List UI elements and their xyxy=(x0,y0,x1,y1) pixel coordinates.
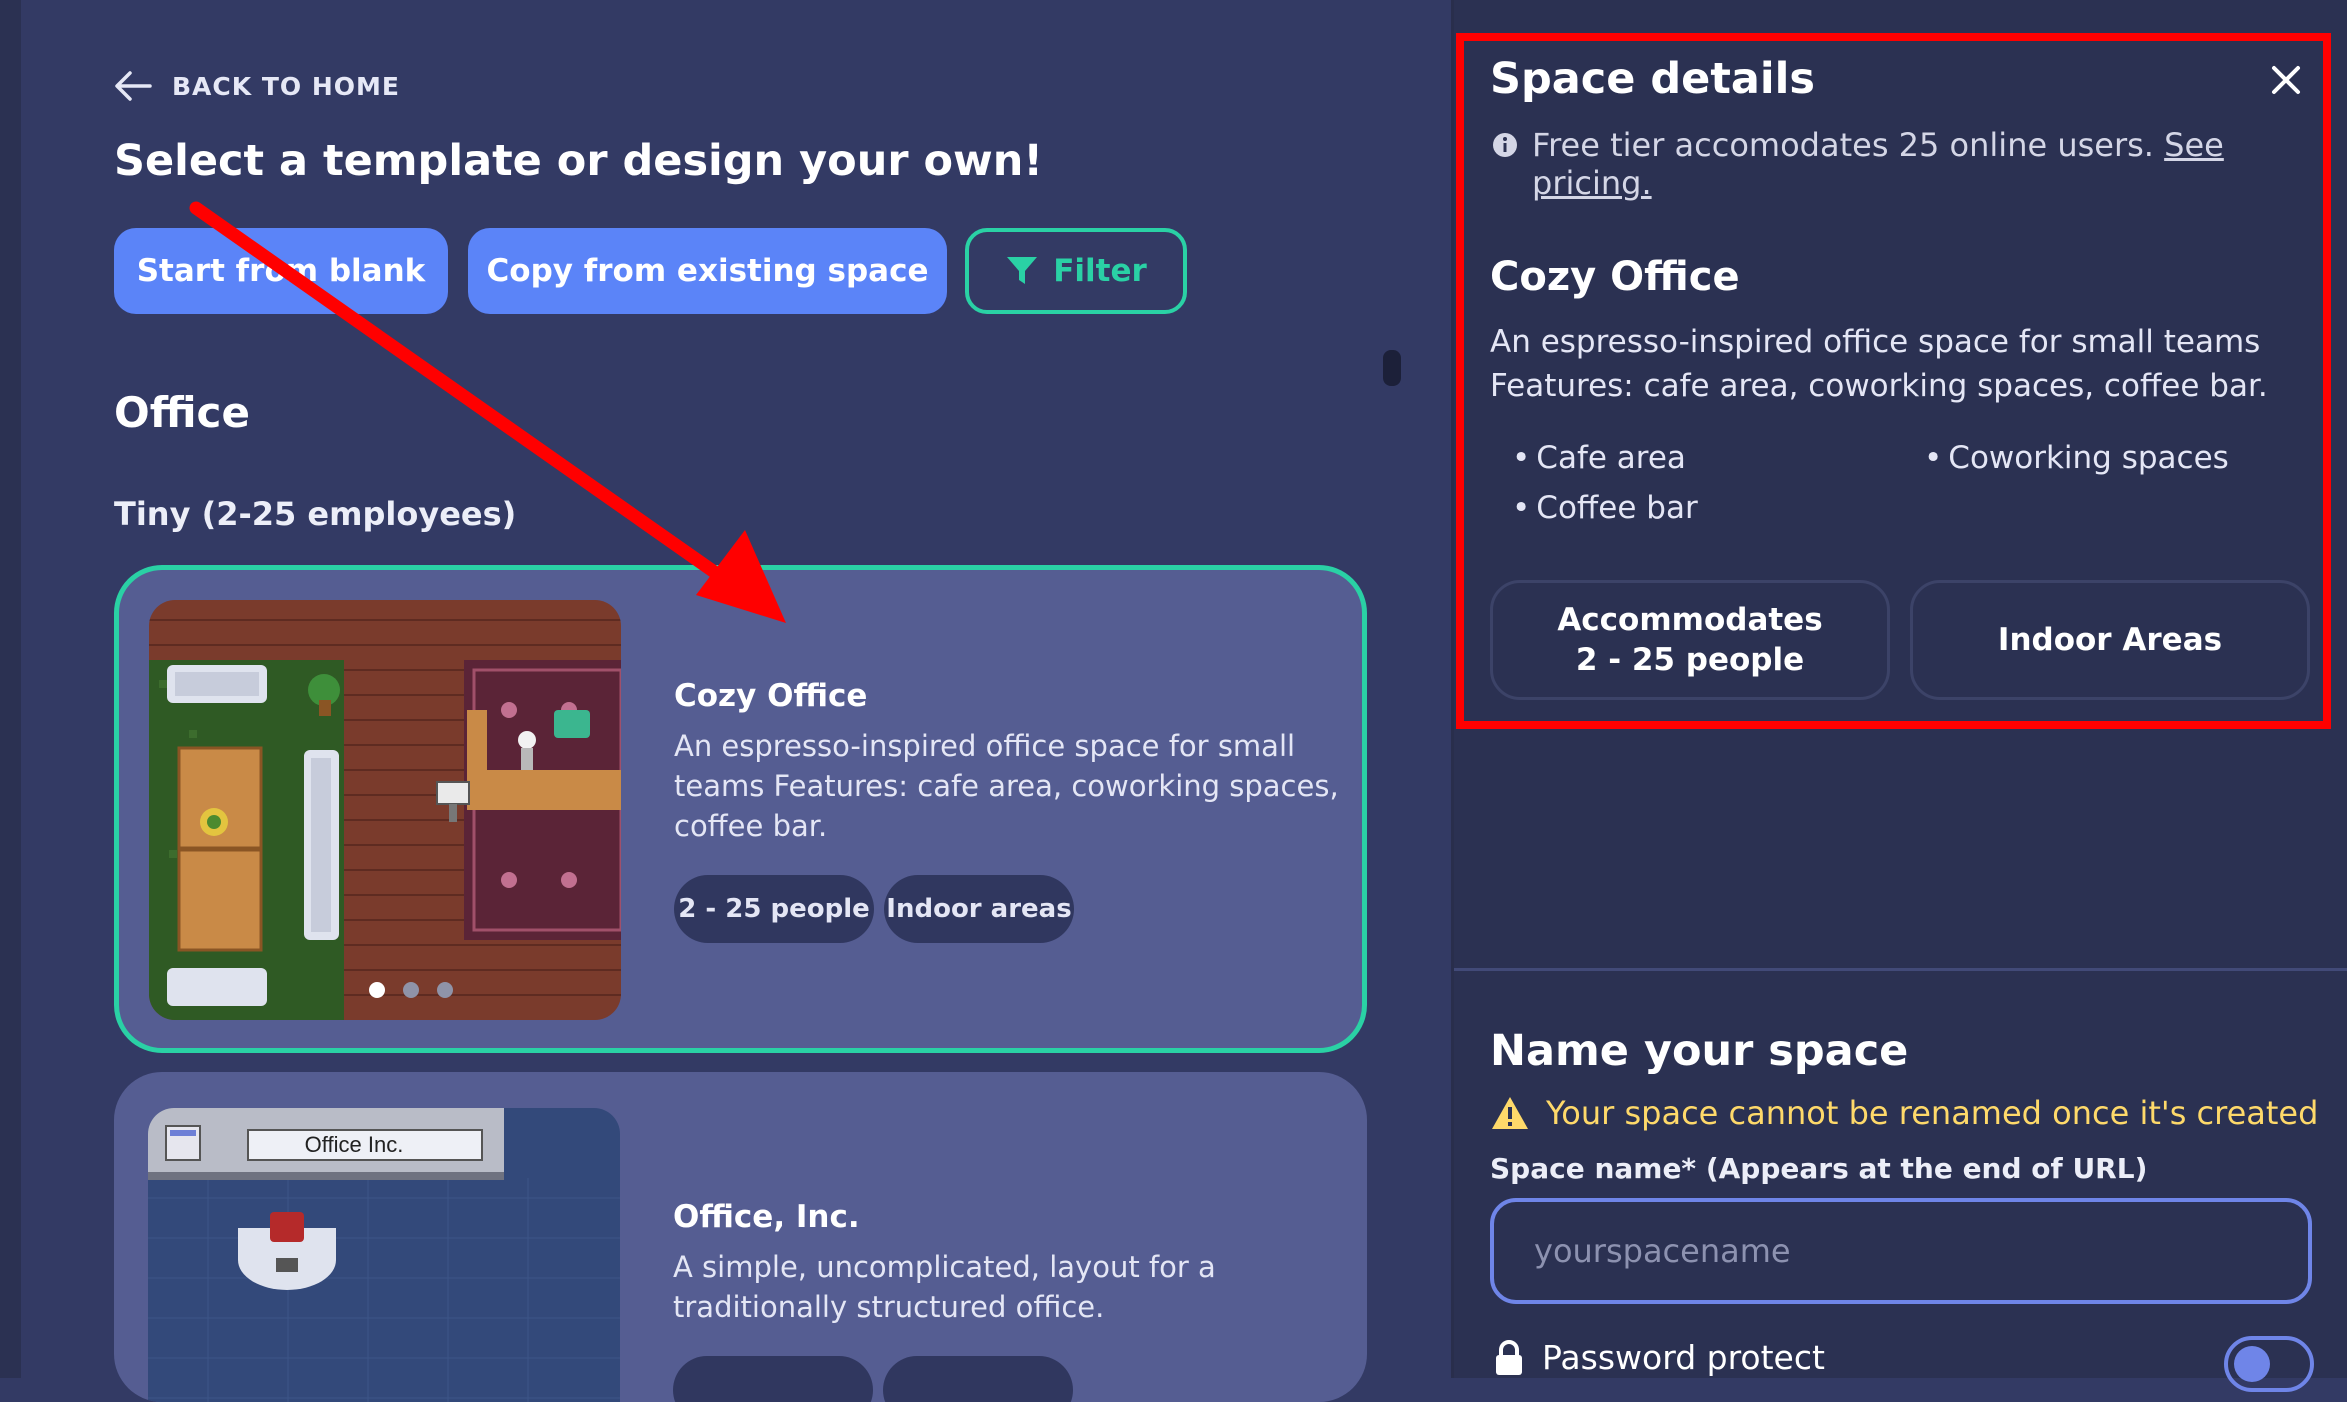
capacity-tag xyxy=(673,1356,873,1402)
filter-button[interactable]: Filter xyxy=(965,228,1187,314)
cozy-office-map-image xyxy=(149,600,621,1020)
space-name-input[interactable] xyxy=(1490,1198,2312,1304)
carousel-dots xyxy=(369,982,453,998)
capacity-label: Accommodates xyxy=(1557,602,1823,638)
selected-template-description: An espresso-inspired office space for sm… xyxy=(1490,320,2290,408)
free-tier-text: Free tier accomodates 25 online users. xyxy=(1532,126,2154,164)
area-tag: Indoor areas xyxy=(884,875,1074,943)
name-your-space-title: Name your space xyxy=(1490,1026,1909,1076)
capacity-value: 2 - 25 people xyxy=(1575,642,1805,678)
warning-triangle-icon xyxy=(1492,1097,1528,1129)
space-name-label: Space name* (Appears at the end of URL) xyxy=(1490,1152,2148,1185)
carousel-dot-active[interactable] xyxy=(369,982,385,998)
area-tag xyxy=(883,1356,1073,1402)
space-details-panel: Space details Free tier accomodates 25 o… xyxy=(1454,0,2347,1392)
funnel-icon xyxy=(1007,257,1038,284)
info-circle-icon xyxy=(1493,133,1517,157)
capacity-stat: Accommodates 2 - 25 people xyxy=(1490,580,1890,700)
template-card-cozy-office[interactable]: Cozy Office An espresso-inspired office … xyxy=(114,565,1367,1053)
scrollbar-thumb[interactable] xyxy=(1383,350,1401,386)
close-icon[interactable] xyxy=(2266,60,2306,100)
start-from-blank-button[interactable]: Start from blank xyxy=(114,228,448,314)
pricing-info: Free tier accomodates 25 online users. S… xyxy=(1492,126,2272,202)
warning-text: Your space cannot be renamed once it's c… xyxy=(1546,1094,2319,1132)
template-thumbnail[interactable] xyxy=(149,600,621,1020)
rename-warning: Your space cannot be renamed once it's c… xyxy=(1490,1094,2318,1132)
template-title: Cozy Office xyxy=(674,678,868,714)
password-protect-row: Password protect xyxy=(1494,1338,1825,1377)
arrow-left-icon xyxy=(115,71,152,101)
section-title: Office xyxy=(114,388,250,437)
toggle-knob xyxy=(2234,1346,2270,1382)
feature-item: Coworking spaces xyxy=(1924,440,2229,476)
section-divider xyxy=(1454,968,2347,971)
back-label: BACK TO HOME xyxy=(172,71,400,101)
page-title: Select a template or design your own! xyxy=(114,136,1043,186)
selected-template-name: Cozy Office xyxy=(1490,254,1740,300)
template-card-office-inc[interactable]: Office Inc. Office, Inc. A simple, uncom… xyxy=(114,1072,1367,1402)
filter-label: Filter xyxy=(1053,253,1147,289)
area-type-stat: Indoor Areas xyxy=(1910,580,2310,700)
template-picker: BACK TO HOME Select a template or design… xyxy=(21,0,1451,1402)
feature-item: Cafe area xyxy=(1512,440,1686,476)
password-protect-toggle[interactable] xyxy=(2224,1336,2314,1392)
feature-item: Coffee bar xyxy=(1512,490,1697,526)
description-line: An espresso-inspired office space for sm… xyxy=(1490,324,2261,360)
left-edge-strip xyxy=(0,0,21,1378)
office-inc-map-image: Office Inc. xyxy=(148,1108,620,1402)
back-to-home-link[interactable]: BACK TO HOME xyxy=(114,70,400,102)
template-title: Office, Inc. xyxy=(673,1199,860,1235)
password-protect-label: Password protect xyxy=(1542,1338,1825,1377)
description-line: Features: cafe area, coworking spaces, c… xyxy=(1490,368,2268,404)
capacity-tag: 2 - 25 people xyxy=(674,875,874,943)
template-description: A simple, uncomplicated, layout for a tr… xyxy=(673,1250,1216,1324)
template-description: An espresso-inspired office space for sm… xyxy=(674,729,1339,843)
office-inc-sign: Office Inc. xyxy=(305,1132,404,1157)
size-category-label: Tiny (2-25 employees) xyxy=(114,495,517,533)
template-thumbnail[interactable]: Office Inc. xyxy=(148,1108,620,1402)
carousel-dot[interactable] xyxy=(437,982,453,998)
space-details-title: Space details xyxy=(1490,54,1815,104)
copy-existing-space-button[interactable]: Copy from existing space xyxy=(468,228,947,314)
lock-icon xyxy=(1496,1339,1522,1375)
carousel-dot[interactable] xyxy=(403,982,419,998)
